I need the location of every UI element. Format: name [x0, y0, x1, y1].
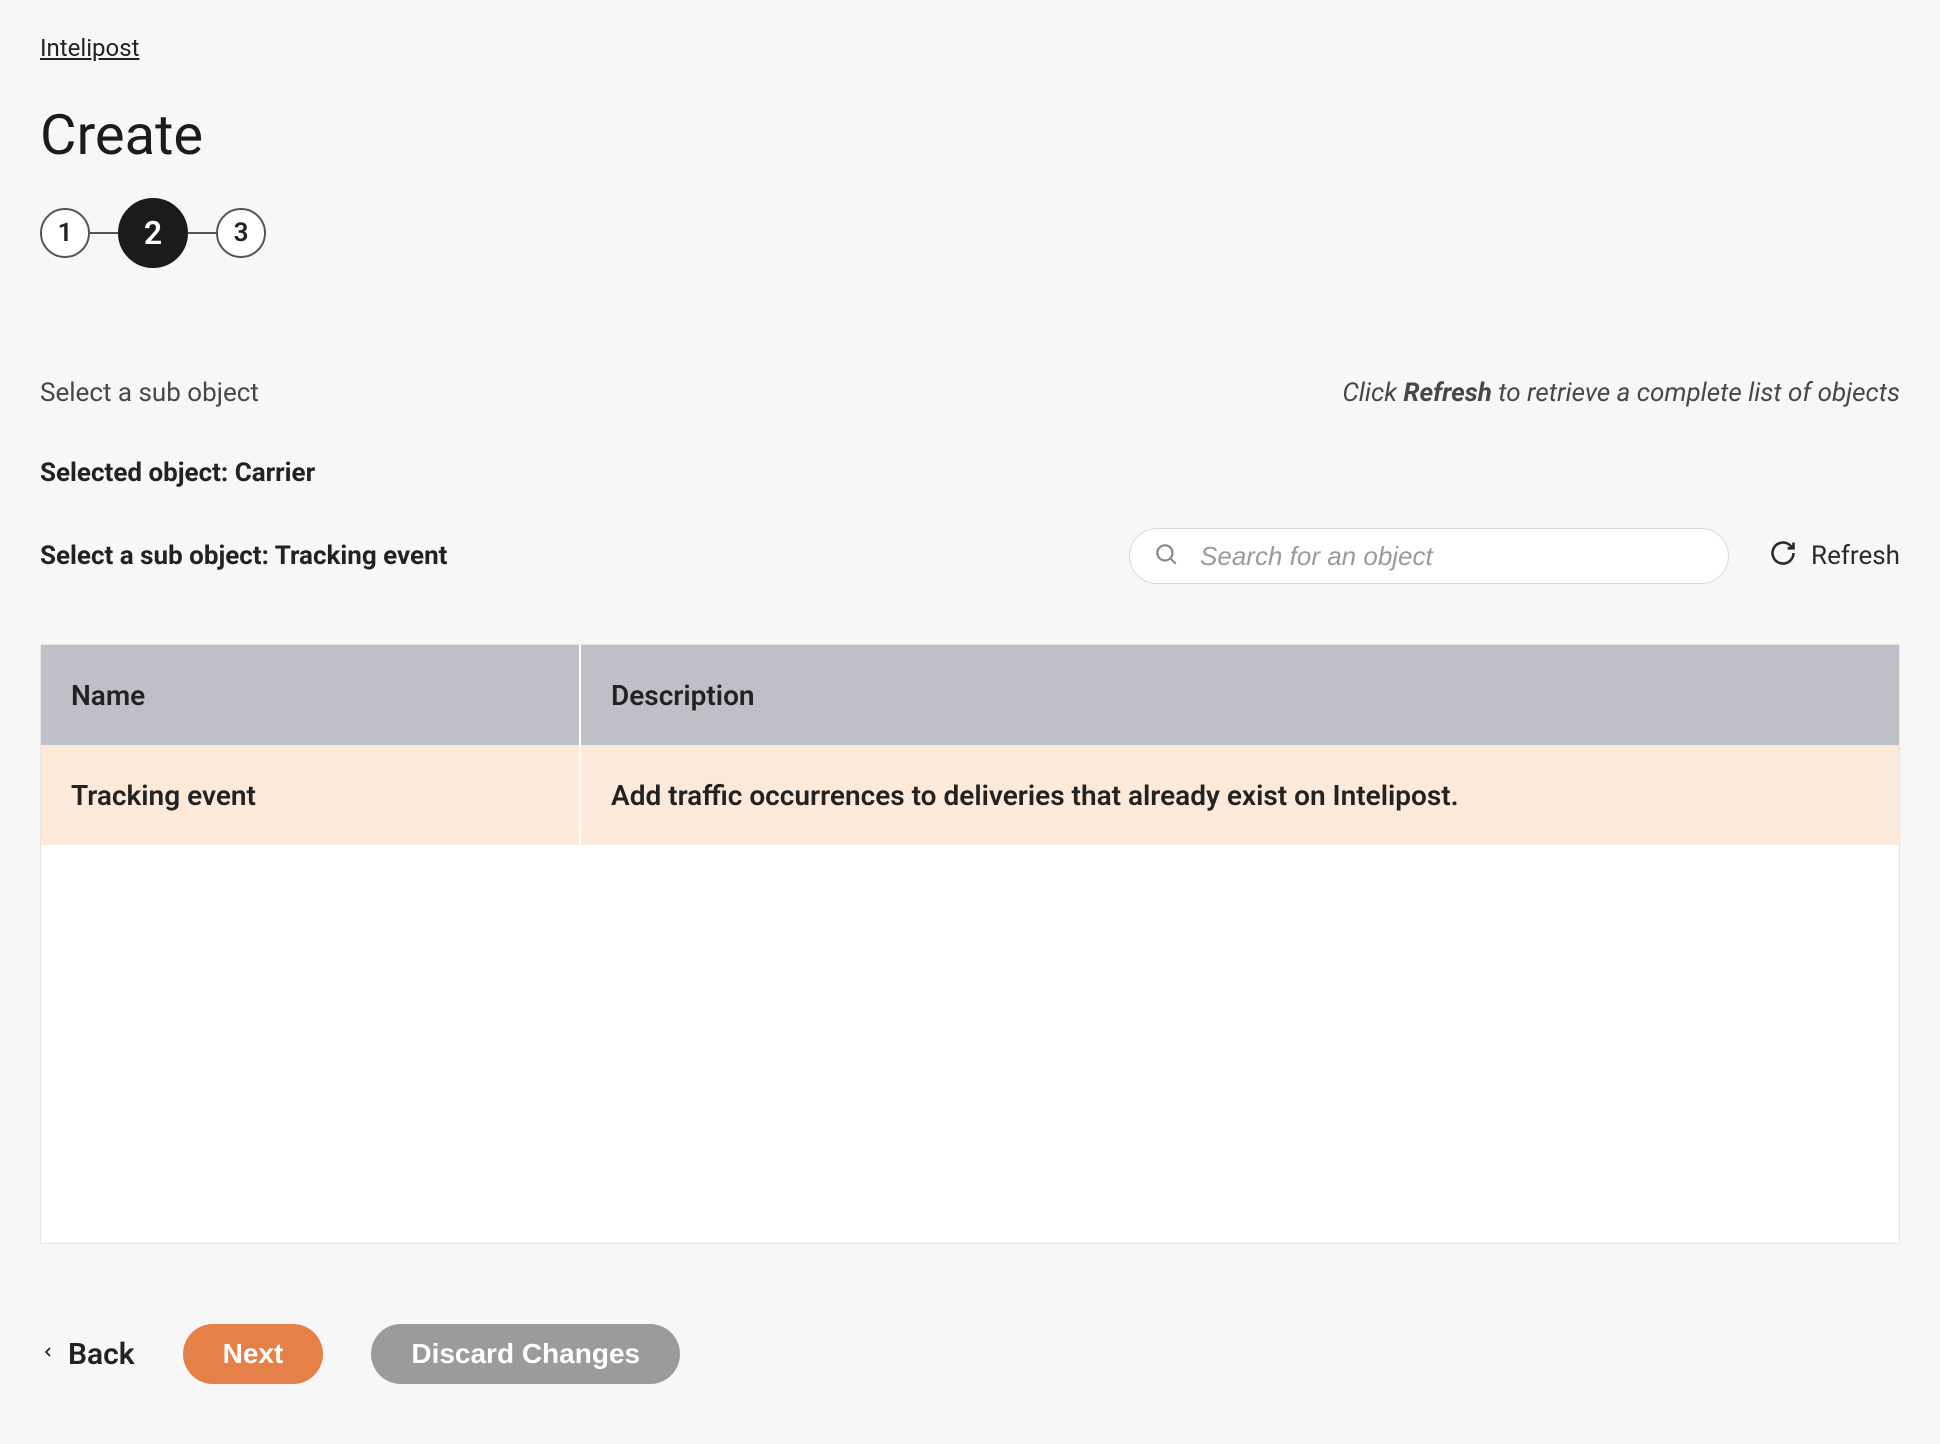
cell-description: Add traffic occurrences to deliveries th… [581, 745, 1899, 845]
refresh-icon [1769, 539, 1797, 574]
step-3[interactable]: 3 [216, 208, 266, 258]
hint-prefix: Click [1342, 378, 1403, 408]
hint-suffix: to retrieve a complete list of objects [1492, 378, 1900, 408]
next-button[interactable]: Next [183, 1324, 324, 1384]
breadcrumb[interactable]: Intelipost [40, 34, 139, 62]
search-icon [1153, 541, 1179, 571]
select-sub-object-value-label: Select a sub object: Tracking event [40, 541, 447, 571]
refresh-button[interactable]: Refresh [1769, 539, 1900, 574]
page-title: Create [40, 102, 1900, 168]
footer-actions: Back Next Discard Changes [40, 1324, 1900, 1384]
refresh-label: Refresh [1811, 541, 1900, 571]
objects-table: Name Description Tracking event Add traf… [40, 644, 1900, 1244]
step-line [188, 232, 216, 234]
back-button[interactable]: Back [40, 1337, 135, 1372]
search-input[interactable] [1129, 528, 1729, 584]
cell-name: Tracking event [41, 745, 581, 845]
selected-object-label: Selected object: Carrier [40, 458, 1900, 488]
search-box [1129, 528, 1729, 584]
back-label: Back [68, 1337, 135, 1372]
stepper: 1 2 3 [40, 198, 1900, 268]
step-line [90, 232, 118, 234]
table-row[interactable]: Tracking event Add traffic occurrences t… [41, 745, 1899, 845]
column-header-name[interactable]: Name [41, 645, 581, 745]
table-header-row: Name Description [41, 645, 1899, 745]
hint-bold: Refresh [1403, 378, 1492, 408]
refresh-hint: Click Refresh to retrieve a complete lis… [1342, 378, 1900, 408]
step-1[interactable]: 1 [40, 208, 90, 258]
step-2[interactable]: 2 [118, 198, 188, 268]
chevron-left-icon [40, 1337, 56, 1372]
select-sub-object-label: Select a sub object [40, 378, 259, 408]
discard-changes-button[interactable]: Discard Changes [371, 1324, 680, 1384]
column-header-description[interactable]: Description [581, 645, 1899, 745]
